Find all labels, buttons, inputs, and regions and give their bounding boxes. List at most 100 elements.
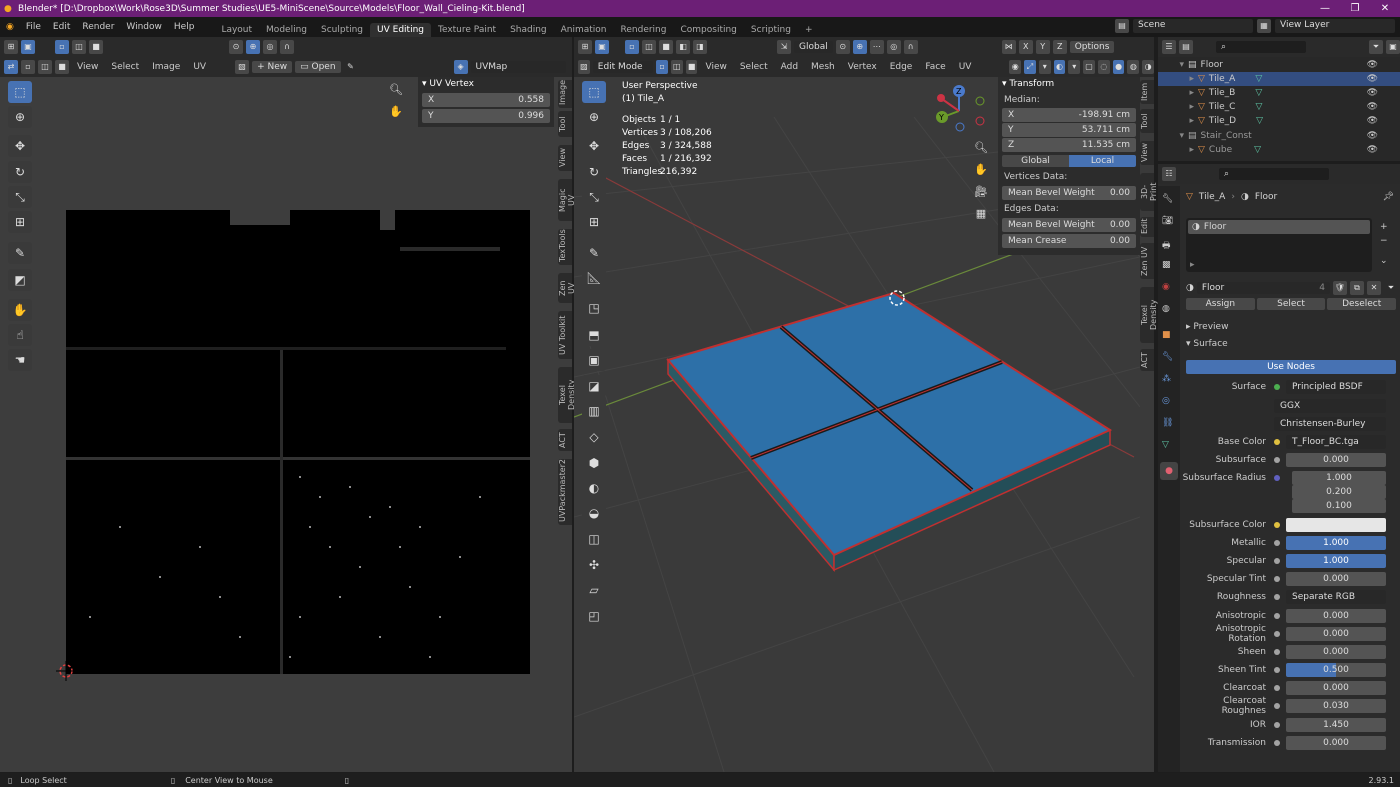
vp-pan-icon[interactable]: ✋ bbox=[974, 163, 988, 177]
camera-view-icon[interactable]: 🎥︎ bbox=[974, 185, 988, 199]
snap-target-icon[interactable]: ⋯ bbox=[869, 40, 884, 54]
tab-edit[interactable]: Edit bbox=[1140, 217, 1154, 237]
prop-subsurface-radius-z[interactable]: 0.100 bbox=[1182, 497, 1400, 515]
prop-metallic[interactable]: Metallic 1.000 bbox=[1182, 534, 1400, 552]
preview-section[interactable]: ▸ Preview bbox=[1186, 322, 1228, 332]
select-box-icon[interactable]: ▣ bbox=[21, 40, 35, 54]
poly-build-tool-icon[interactable]: ⬢ bbox=[582, 452, 606, 474]
outliner-row-tile-b[interactable]: ▸ ▽ Tile_B ▽ 👁︎ bbox=[1158, 86, 1400, 100]
vertex-select-icon[interactable]: ▫ bbox=[55, 40, 69, 54]
tab-scripting[interactable]: Scripting bbox=[744, 23, 798, 37]
tab-magic-uv[interactable]: Magic UV bbox=[558, 179, 576, 221]
object-tab-icon[interactable]: ■ bbox=[1162, 330, 1171, 340]
duplicate-material-icon[interactable]: ⧉ bbox=[1350, 280, 1364, 295]
tab-3d-print[interactable]: 3D-Print bbox=[1140, 173, 1158, 211]
uv-menu-uv[interactable]: UV bbox=[188, 62, 211, 72]
tab-uvpackmaster[interactable]: UVPackmaster2 bbox=[558, 459, 572, 525]
eye-icon[interactable]: 👁︎ bbox=[1367, 60, 1400, 70]
uv-x-field[interactable]: X 0.558 bbox=[422, 93, 550, 107]
outliner-row-cube[interactable]: ▸ ▽ Cube ▽ 👁︎ bbox=[1158, 143, 1400, 157]
outliner-search-input[interactable]: ⌕ bbox=[1216, 41, 1306, 53]
median-y-field[interactable]: Y 53.711 cm bbox=[1002, 123, 1136, 137]
orientation-icon[interactable]: ⇲ bbox=[777, 40, 791, 54]
tab-tool-vp[interactable]: Tool bbox=[1140, 109, 1154, 133]
select-box-icon[interactable]: ▣ bbox=[595, 40, 609, 54]
vp-annotate-tool-icon[interactable]: ✎ bbox=[582, 242, 606, 264]
uvmap-selector[interactable]: UVMap bbox=[470, 61, 566, 73]
pin-icon[interactable]: 📌︎ bbox=[1383, 192, 1400, 202]
menu-window[interactable]: Window bbox=[120, 22, 168, 32]
expand-arrow-icon[interactable]: ▸ bbox=[1158, 145, 1198, 155]
material-filter-icon[interactable]: ⏷ bbox=[1384, 281, 1398, 295]
properties-editor-type-icon[interactable]: ☷ bbox=[1162, 167, 1176, 181]
editor-type-icon[interactable]: ⊞ bbox=[4, 40, 18, 54]
prop-specular[interactable]: Specular 1.000 bbox=[1182, 552, 1400, 570]
gizmo-icon[interactable]: ⤢ bbox=[1024, 60, 1036, 74]
fake-user-icon[interactable]: 🛡︎ bbox=[1333, 280, 1347, 295]
remove-slot-icon[interactable]: − bbox=[1380, 234, 1388, 248]
vp-menu-select[interactable]: Select bbox=[735, 62, 773, 72]
shading-rendered-icon[interactable]: ◑ bbox=[1142, 60, 1154, 74]
material-slot-floor[interactable]: ◑ Floor bbox=[1188, 220, 1370, 234]
unlink-material-icon[interactable]: ✕ bbox=[1367, 280, 1381, 295]
expand-arrow-icon[interactable]: ▸ bbox=[1190, 260, 1195, 270]
add-cube-tool-icon[interactable]: ◳ bbox=[582, 297, 606, 319]
uvmap-icon[interactable]: ◈ bbox=[453, 60, 468, 74]
expand-arrow-icon[interactable]: ▸ bbox=[1158, 102, 1198, 112]
sync-selection-icon[interactable]: ⇄ bbox=[4, 60, 18, 74]
subtract-select-icon[interactable]: ◨ bbox=[693, 40, 707, 54]
prop-base-color[interactable]: Base Color T_Floor_BC.tga bbox=[1182, 433, 1400, 451]
options-button[interactable]: Options bbox=[1069, 41, 1115, 53]
tab-image[interactable]: Image bbox=[558, 80, 572, 108]
prop-ior[interactable]: IOR 1.450 bbox=[1182, 716, 1400, 734]
overlay-icon[interactable]: ◐ bbox=[1053, 60, 1066, 74]
falloff-icon[interactable]: ∩ bbox=[903, 40, 918, 54]
expand-arrow-icon[interactable]: ▸ bbox=[1158, 116, 1198, 126]
uv-vertex-mode-icon[interactable]: ▫ bbox=[21, 60, 35, 74]
vp-menu-uv[interactable]: UV bbox=[954, 62, 977, 72]
view-layer-tab-icon[interactable]: ▩ bbox=[1162, 260, 1171, 270]
maximize-button[interactable]: ❐ bbox=[1340, 0, 1370, 17]
visibility-icon[interactable]: ◉ bbox=[1009, 60, 1022, 74]
prop-subsurface-color[interactable]: Subsurface Color bbox=[1182, 516, 1400, 534]
vp-measure-tool-icon[interactable]: 📐︎ bbox=[582, 267, 606, 289]
shear-tool-icon[interactable]: ▱ bbox=[582, 579, 606, 601]
scene-icon[interactable]: ▤ bbox=[1115, 19, 1129, 33]
axis-x-toggle[interactable]: X bbox=[1018, 40, 1033, 54]
outliner-row-stair-const[interactable]: ▾ ▤ Stair_Const 👁︎ bbox=[1158, 129, 1400, 143]
view-layer-selector[interactable]: View Layer bbox=[1275, 19, 1395, 33]
rip-region-tool-icon[interactable]: ◰ bbox=[582, 605, 606, 627]
vp-menu-edge[interactable]: Edge bbox=[885, 62, 918, 72]
shading-material-icon[interactable]: ◍ bbox=[1127, 60, 1140, 74]
uv-menu-select[interactable]: Select bbox=[106, 62, 144, 72]
tab-compositing[interactable]: Compositing bbox=[673, 23, 743, 37]
vp-cursor-tool-icon[interactable]: ⊕ bbox=[582, 106, 606, 128]
expand-arrow-icon[interactable]: ▸ bbox=[1158, 74, 1198, 84]
pivot-icon[interactable]: ⊙ bbox=[835, 40, 850, 54]
image-browse-icon[interactable]: ▧ bbox=[235, 60, 250, 74]
slot-menu-icon[interactable]: ⌄ bbox=[1380, 254, 1388, 268]
vp-face-mode-icon[interactable]: ■ bbox=[685, 60, 698, 74]
tab-act[interactable]: ACT bbox=[558, 429, 572, 451]
snap-icon[interactable]: ⊕ bbox=[246, 40, 260, 54]
material-tab-icon[interactable]: ● bbox=[1160, 462, 1178, 480]
vp-menu-view[interactable]: View bbox=[700, 62, 731, 72]
shrink-tool-icon[interactable]: ✣ bbox=[582, 554, 606, 576]
face-select-icon[interactable]: ■ bbox=[89, 40, 103, 54]
vp-menu-face[interactable]: Face bbox=[920, 62, 950, 72]
expand-arrow-icon[interactable]: ▾ bbox=[1158, 60, 1188, 70]
physics-tab-icon[interactable]: ◎ bbox=[1162, 396, 1170, 406]
blender-menu-icon[interactable]: ◉ bbox=[0, 22, 20, 32]
prop-transmission[interactable]: Transmission 0.000 bbox=[1182, 734, 1400, 752]
uv-menu-view[interactable]: View bbox=[72, 62, 103, 72]
tab-modeling[interactable]: Modeling bbox=[259, 23, 314, 37]
uv-y-field[interactable]: Y 0.996 bbox=[422, 109, 550, 123]
shading-solid-icon[interactable]: ● bbox=[1112, 60, 1125, 74]
edge-bevel-weight-field[interactable]: Mean Bevel Weight 0.00 bbox=[1002, 218, 1136, 232]
menu-edit[interactable]: Edit bbox=[47, 22, 76, 32]
global-toggle[interactable]: Global bbox=[1002, 155, 1069, 167]
zoom-icon[interactable]: 🔍︎ bbox=[388, 83, 404, 99]
navigation-gizmo[interactable]: Z Y bbox=[934, 83, 990, 139]
gizmo-dropdown-icon[interactable]: ▾ bbox=[1038, 60, 1051, 74]
proportional-icon[interactable]: ◎ bbox=[886, 40, 901, 54]
